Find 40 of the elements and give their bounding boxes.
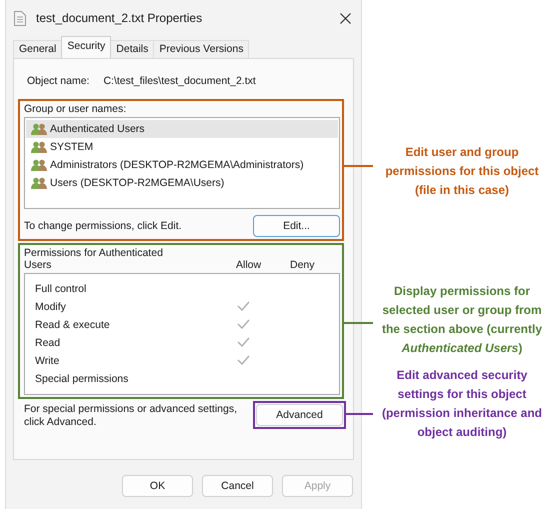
permission-name: Full control <box>35 283 88 295</box>
advanced-button[interactable]: Advanced <box>256 404 343 426</box>
edit-hint: To change permissions, click Edit. <box>24 220 182 232</box>
permission-name: Special permissions <box>35 373 130 385</box>
permission-name: Modify <box>35 301 67 313</box>
annotation-text: Edit user and group permissions for this object (file in this case) <box>384 144 540 199</box>
dialog-button[interactable]: OK <box>122 475 193 497</box>
annotation-text: Edit advanced security settings for this object (permission inheritance and object auditing) <box>380 367 544 441</box>
group-item[interactable]: Authenticated Users <box>26 120 338 138</box>
tab[interactable]: Security <box>61 36 112 58</box>
users-icon <box>31 140 47 154</box>
tab[interactable]: General <box>13 40 62 58</box>
advanced-hint: For special permissions or advanced settings, click Advanced. <box>24 403 238 429</box>
permission-name: Read & execute <box>35 319 111 331</box>
users-icon <box>31 158 47 172</box>
users-icon <box>31 122 47 136</box>
group-name: Users (DESKTOP-R2MGEMA\Users) <box>50 177 224 189</box>
column-header: Deny <box>290 259 316 271</box>
group-name: Authenticated Users <box>50 123 145 135</box>
group-item[interactable]: Administrators (DESKTOP-R2MGEMA\Administrators) <box>26 156 338 174</box>
edit-button[interactable]: Edit... <box>253 215 340 237</box>
annotation-text: Display permissions for selected user or group from the section above (currently Authenticated Users) <box>380 283 544 357</box>
group-name: Administrators (DESKTOP-R2MGEMA\Administrators) <box>50 159 304 171</box>
object-name-label: Object name: <box>27 75 90 87</box>
object-name-value: C:\test_files\test_document_2.txt <box>103 75 256 87</box>
close-icon[interactable] <box>340 12 351 24</box>
tab[interactable]: Previous Versions <box>153 40 250 58</box>
dialog-button[interactable]: Cancel <box>202 475 273 497</box>
users-icon <box>31 176 47 190</box>
group-item[interactable]: SYSTEM <box>26 138 338 156</box>
group-list[interactable]: Authenticated Users SYSTEM Administrators (DESKTOP-R2MGEMA\Administrators) Users (DESKTOP-R2MGEMA\Users) <box>24 117 340 209</box>
permission-name: Write <box>35 355 60 367</box>
document-icon <box>14 10 26 26</box>
permissions-heading: Permissions for Authenticated Users <box>24 247 164 271</box>
permission-name: Read <box>35 337 62 349</box>
column-header: Allow <box>236 259 262 271</box>
group-list-label: Group or user names: <box>24 103 126 115</box>
window-title: test_document_2.txt Properties <box>36 11 204 25</box>
group-item[interactable]: Users (DESKTOP-R2MGEMA\Users) <box>26 174 338 192</box>
group-name: SYSTEM <box>50 141 94 153</box>
